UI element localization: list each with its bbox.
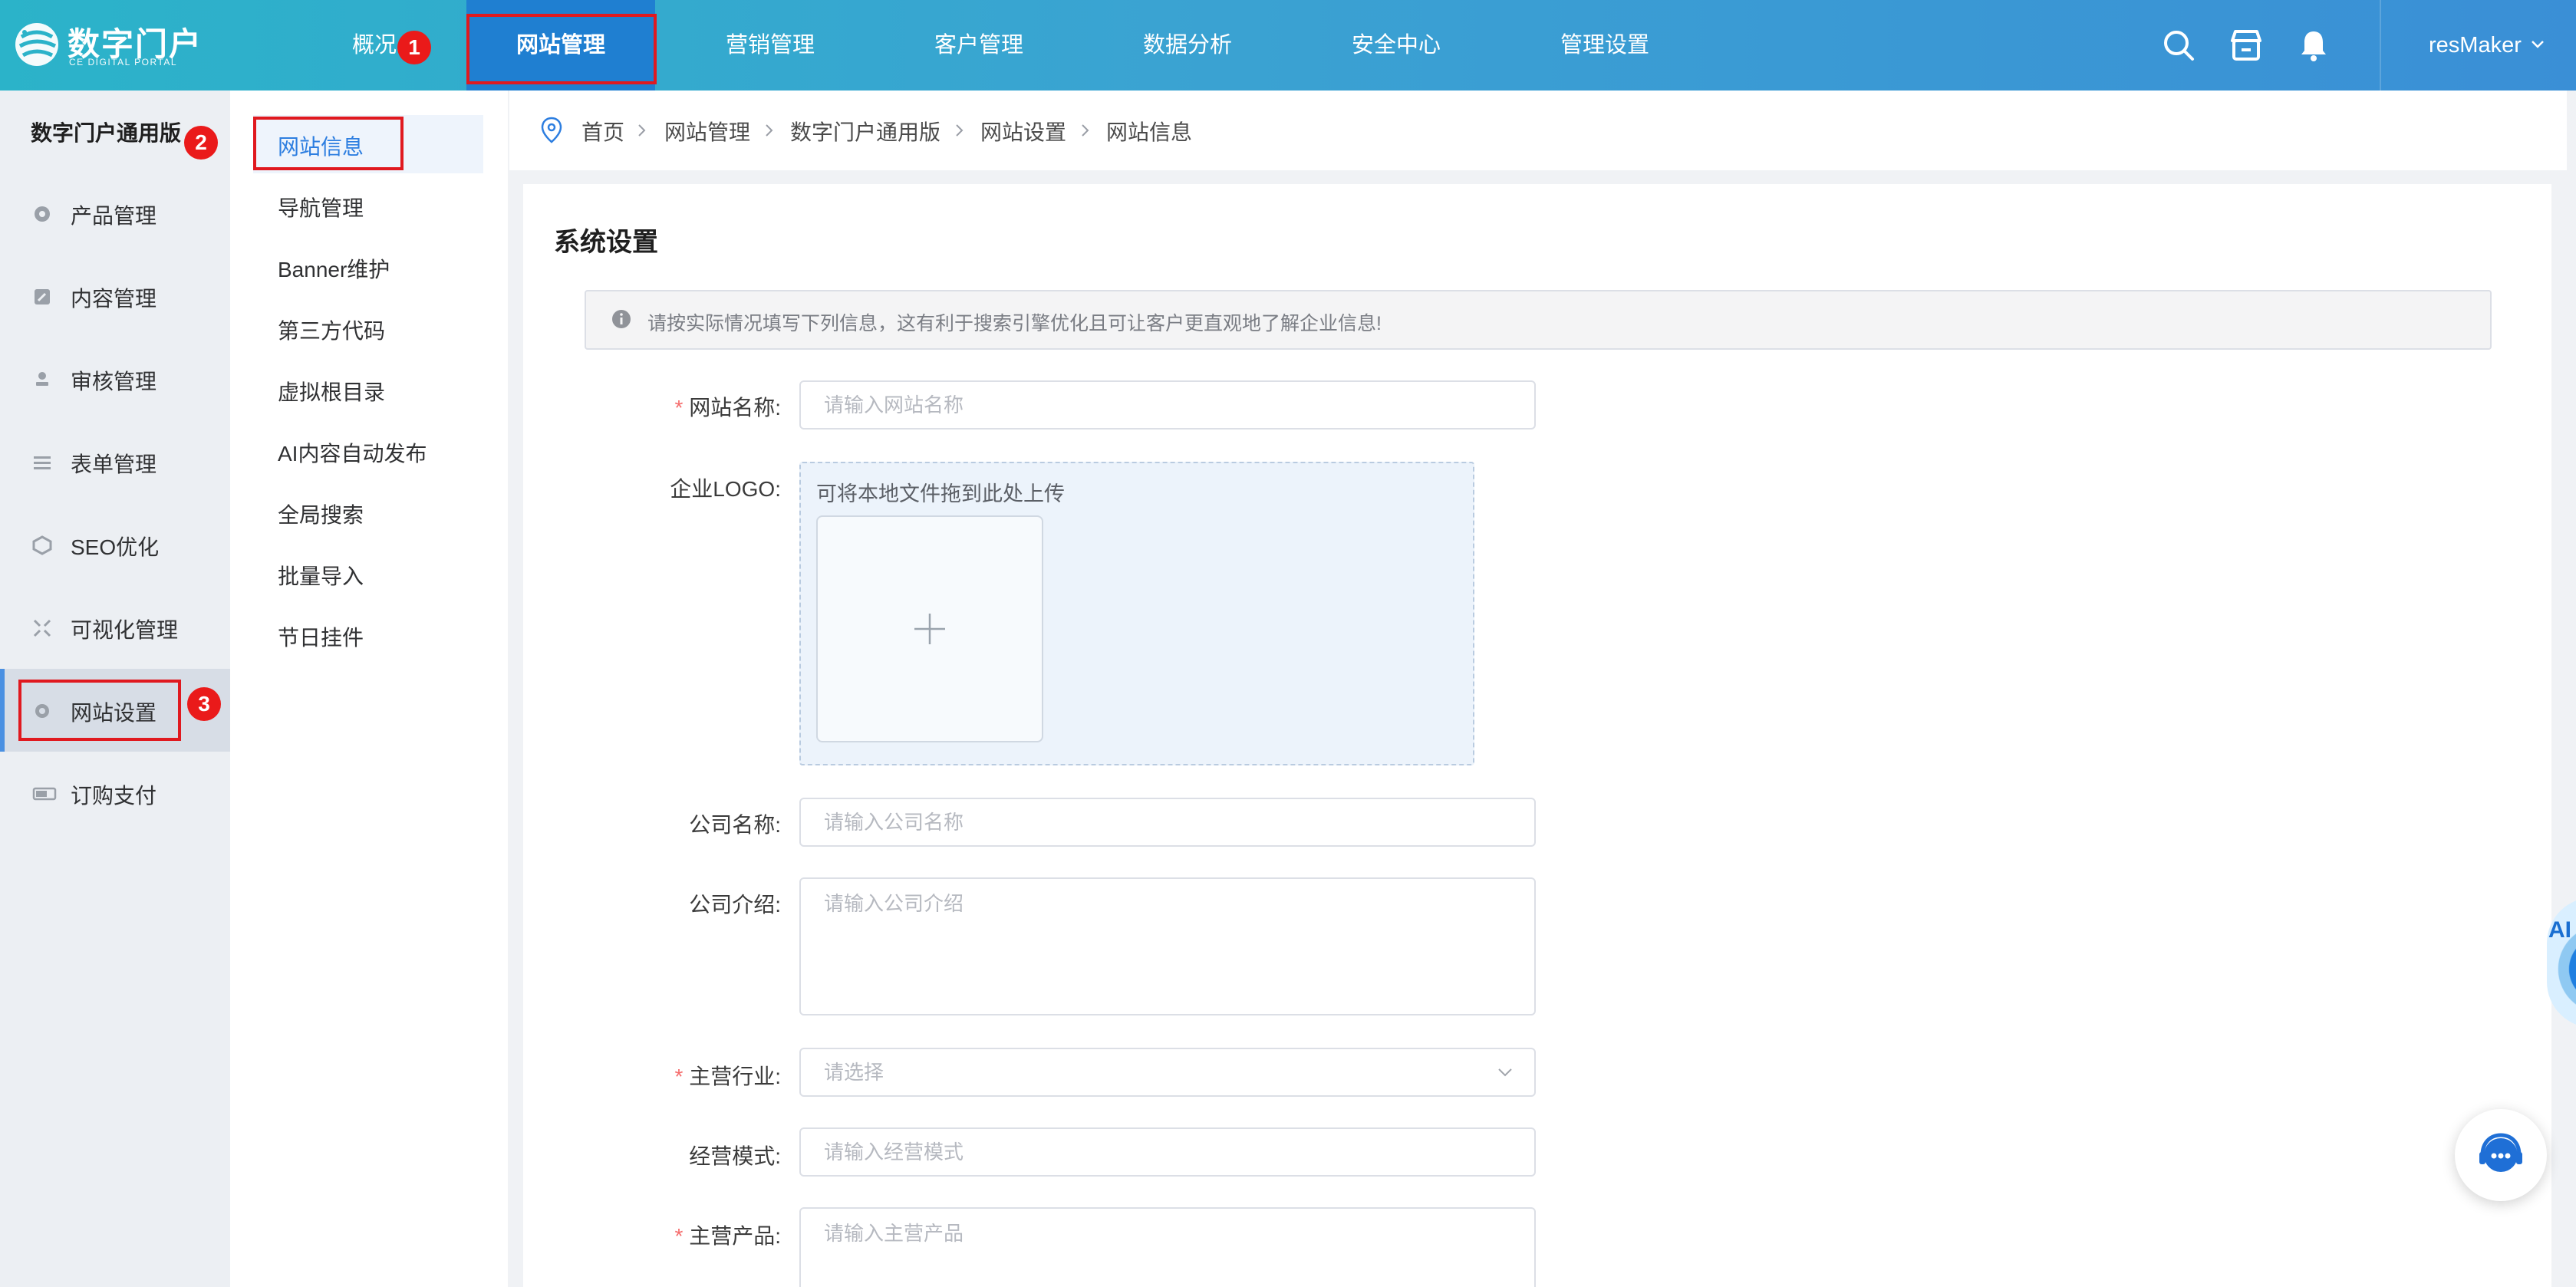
sidebar-item-label: 表单管理 <box>71 453 157 476</box>
brand-logo[interactable]: 数字门户 CE DIGITAL PORTAL <box>14 17 206 74</box>
nav-item-label: 管理设置 <box>1560 33 1649 58</box>
sidebar-item-products[interactable]: 产品管理 <box>0 172 230 255</box>
brand-subtitle: CE DIGITAL PORTAL <box>69 57 178 67</box>
sidebar-item-label: 订购支付 <box>71 784 157 808</box>
nav-item-label: 安全中心 <box>1351 33 1441 58</box>
chat-support-icon <box>2479 1133 2522 1172</box>
sidebar-item-forms[interactable]: 表单管理 <box>0 420 230 503</box>
info-notice-text: 请按实际情况填写下列信息，这有利于搜索引擎优化且可让客户更直观地了解企业信息! <box>647 313 1382 334</box>
nav-item-security[interactable]: 安全中心 <box>1327 0 1465 91</box>
nav-item-customers[interactable]: 客户管理 <box>910 0 1048 91</box>
annotation-box-sidebar <box>18 680 181 741</box>
page-title: 系统设置 <box>554 228 658 257</box>
ai-assistant-label: AI <box>2548 917 2571 943</box>
breadcrumb-item[interactable]: 网站管理 <box>664 116 750 146</box>
subnav-item-holiday-widget[interactable]: 节日挂件 <box>278 621 364 652</box>
industry-select[interactable] <box>799 1048 1536 1097</box>
subnav-item-banner[interactable]: Banner维护 <box>278 253 390 284</box>
company-name-label: 公司名称: <box>689 813 781 837</box>
subnav-item-bulk-import[interactable]: 批量导入 <box>278 560 364 591</box>
breadcrumb-item-home[interactable]: 首页 <box>581 116 624 146</box>
nav-item-label: 客户管理 <box>934 33 1023 58</box>
breadcrumb-item[interactable]: 数字门户通用版 <box>790 116 940 146</box>
chevron-down-icon[interactable] <box>1496 1063 1514 1081</box>
annotation-box-subnav <box>253 117 404 170</box>
info-icon <box>612 310 631 328</box>
username: resMaker <box>2429 33 2522 58</box>
chevron-right-icon <box>638 124 646 137</box>
cube-icon <box>32 535 52 555</box>
app-root: 数字门户 CE DIGITAL PORTAL 概况 网站管理 营销管理 客户管理… <box>0 0 2576 1287</box>
annotation-box-nav <box>466 14 657 84</box>
battery-icon <box>32 787 57 801</box>
company-intro-label: 公司介绍: <box>689 893 781 917</box>
annotation-badge-1: 1 <box>397 31 431 64</box>
expand-icon <box>33 619 51 637</box>
products-textarea[interactable] <box>799 1207 1536 1287</box>
industry-label-text: 主营行业: <box>689 1065 781 1088</box>
products-label-text: 主营产品: <box>689 1224 781 1248</box>
required-mark: * <box>674 1065 684 1088</box>
subnav-item-virtual-root[interactable]: 虚拟根目录 <box>278 376 385 407</box>
bell-icon[interactable] <box>2295 27 2332 64</box>
company-name-input[interactable] <box>799 798 1536 847</box>
list-icon <box>34 456 51 469</box>
required-mark: * <box>674 396 684 420</box>
store-icon[interactable] <box>2228 27 2265 64</box>
brand-mark-icon <box>15 23 58 66</box>
business-mode-input[interactable] <box>799 1127 1536 1177</box>
nav-item-label: 数据分析 <box>1142 33 1232 58</box>
nav-item-analytics[interactable]: 数据分析 <box>1118 0 1257 91</box>
user-menu[interactable]: resMaker <box>2429 0 2522 91</box>
required-mark: * <box>674 1224 684 1248</box>
breadcrumb-item-current: 网站信息 <box>1106 120 1193 144</box>
nav-item-admin-settings[interactable]: 管理设置 <box>1536 0 1674 91</box>
nav-item-marketing[interactable]: 营销管理 <box>701 0 839 91</box>
logo-label: 企业LOGO: <box>670 477 781 501</box>
site-name-input[interactable] <box>799 380 1536 430</box>
site-name-label: * 网站名称: <box>674 391 781 422</box>
topbar-divider <box>2380 0 2381 91</box>
annotation-badge-3: 3 <box>187 687 221 721</box>
sidebar-item-seo[interactable]: SEO优化 <box>0 503 230 586</box>
subnav-item-global-search[interactable]: 全局搜索 <box>278 499 364 529</box>
chevron-right-icon <box>766 124 773 137</box>
subnav-item-third-party-code[interactable]: 第三方代码 <box>278 314 385 345</box>
edit-icon <box>35 289 50 304</box>
sidebar-item-review[interactable]: 审核管理 <box>0 337 230 420</box>
subnav-item-navigation[interactable]: 导航管理 <box>278 192 364 222</box>
circle-gear-icon <box>35 206 50 222</box>
industry-label: * 主营行业: <box>674 1060 781 1091</box>
products-label: * 主营产品: <box>674 1220 781 1250</box>
sidebar-item-visual[interactable]: 可视化管理 <box>0 586 230 669</box>
stamp-icon <box>36 372 48 386</box>
chevron-right-icon <box>1082 124 1089 137</box>
company-intro-textarea[interactable] <box>799 877 1536 1015</box>
nav-item-label: 概况 <box>351 33 397 58</box>
sidebar-item-label: 可视化管理 <box>71 618 179 642</box>
chevron-down-icon[interactable] <box>2530 37 2545 52</box>
upload-hint: 可将本地文件拖到此处上传 <box>816 482 1065 505</box>
breadcrumb-item[interactable]: 网站设置 <box>980 116 1066 146</box>
sidebar-item-label: 内容管理 <box>71 287 157 311</box>
subnav-item-ai-publish[interactable]: AI内容自动发布 <box>278 437 427 468</box>
sidebar-item-label: 审核管理 <box>71 370 157 393</box>
sidebar-item-content[interactable]: 内容管理 <box>0 255 230 337</box>
sidebar-item-billing[interactable]: 订购支付 <box>0 752 230 834</box>
search-icon[interactable] <box>2160 27 2197 64</box>
top-navigation-bar: 数字门户 CE DIGITAL PORTAL 概况 网站管理 营销管理 客户管理… <box>0 0 2576 91</box>
location-pin-icon <box>541 117 562 143</box>
chevron-right-icon <box>956 124 964 137</box>
plus-icon <box>914 614 945 644</box>
sidebar-item-label: SEO优化 <box>71 535 160 559</box>
sidebar-title: 数字门户通用版 <box>31 121 182 145</box>
sidebar-item-label: 产品管理 <box>71 204 157 228</box>
annotation-badge-2: 2 <box>184 126 218 160</box>
site-name-label-text: 网站名称: <box>689 396 781 420</box>
business-mode-label: 经营模式: <box>689 1144 781 1168</box>
nav-item-label: 营销管理 <box>725 33 815 58</box>
